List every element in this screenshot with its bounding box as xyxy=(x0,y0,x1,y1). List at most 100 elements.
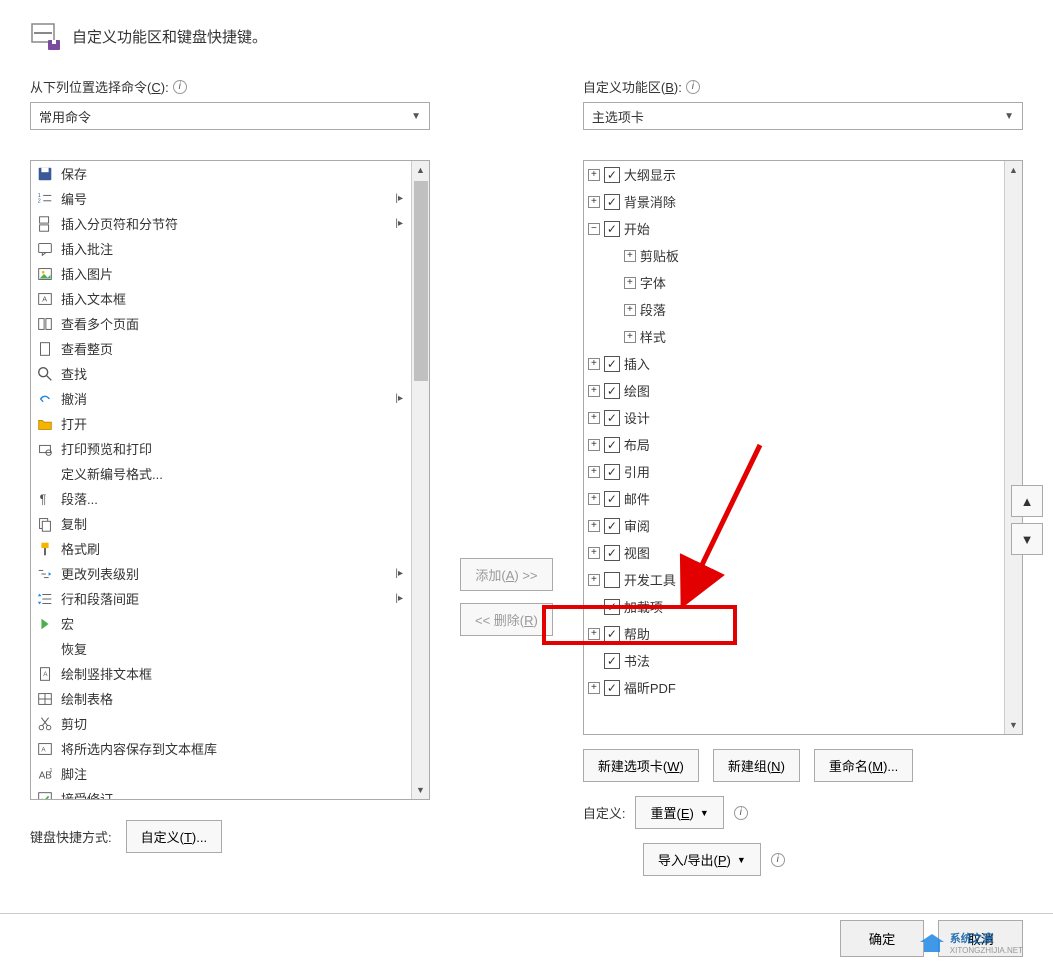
command-item[interactable]: 打印预览和打印 xyxy=(31,436,411,461)
command-item[interactable]: 打开 xyxy=(31,411,411,436)
command-item[interactable]: 行和段落间距|▸ xyxy=(31,586,411,611)
add-button[interactable]: 添加(A) >> xyxy=(460,558,553,591)
tree-item[interactable]: +✓帮助 xyxy=(584,620,1004,647)
command-item[interactable]: 插入图片 xyxy=(31,261,411,286)
scroll-thumb[interactable] xyxy=(414,181,428,381)
tree-item[interactable]: +✓背景消除 xyxy=(584,188,1004,215)
command-item[interactable]: 查看整页 xyxy=(31,336,411,361)
command-item[interactable]: 复制 xyxy=(31,511,411,536)
tab-checkbox[interactable]: ✓ xyxy=(604,194,620,210)
expand-toggle[interactable]: + xyxy=(588,628,600,640)
tab-checkbox[interactable]: ✓ xyxy=(604,464,620,480)
tab-checkbox[interactable]: ✓ xyxy=(604,383,620,399)
command-item[interactable]: 恢复 xyxy=(31,636,411,661)
tab-checkbox[interactable]: ✓ xyxy=(604,599,620,615)
scroll-up-icon[interactable]: ▲ xyxy=(1005,161,1022,179)
import-export-button[interactable]: 导入/导出(P)▼ xyxy=(643,843,761,876)
tree-item[interactable]: +✓绘图 xyxy=(584,377,1004,404)
tree-item[interactable]: +剪贴板 xyxy=(584,242,1004,269)
tree-item[interactable]: ✓书法 xyxy=(584,647,1004,674)
expand-toggle[interactable]: + xyxy=(624,304,636,316)
scroll-up-icon[interactable]: ▲ xyxy=(412,161,429,179)
command-item[interactable]: 绘制表格 xyxy=(31,686,411,711)
expand-toggle[interactable]: + xyxy=(588,574,600,586)
command-item[interactable]: A插入文本框 xyxy=(31,286,411,311)
tab-checkbox[interactable]: ✓ xyxy=(604,221,620,237)
customize-ribbon-dropdown[interactable]: 主选项卡 ▼ xyxy=(583,102,1023,130)
command-item[interactable]: 插入分页符和分节符|▸ xyxy=(31,211,411,236)
remove-button[interactable]: << 删除(R) xyxy=(460,603,553,636)
command-item[interactable]: 剪切 xyxy=(31,711,411,736)
tab-checkbox[interactable]: ✓ xyxy=(604,518,620,534)
tree-item[interactable]: +✓大纲显示 xyxy=(584,161,1004,188)
expand-toggle[interactable]: + xyxy=(588,439,600,451)
expand-toggle[interactable]: + xyxy=(588,682,600,694)
expand-toggle[interactable]: + xyxy=(588,412,600,424)
ok-button[interactable]: 确定 xyxy=(840,920,925,957)
info-icon[interactable]: i xyxy=(771,853,785,867)
tab-checkbox[interactable] xyxy=(604,572,620,588)
tree-item[interactable]: +✓插入 xyxy=(584,350,1004,377)
rename-button[interactable]: 重命名(M)... xyxy=(814,749,913,782)
reset-button[interactable]: 重置(E)▼ xyxy=(635,796,723,829)
command-item[interactable]: 格式刷 xyxy=(31,536,411,561)
tab-checkbox[interactable]: ✓ xyxy=(604,653,620,669)
tab-checkbox[interactable]: ✓ xyxy=(604,356,620,372)
commands-from-dropdown[interactable]: 常用命令 ▼ xyxy=(30,102,430,130)
expand-toggle[interactable]: + xyxy=(588,169,600,181)
tree-item[interactable]: +✓邮件 xyxy=(584,485,1004,512)
command-item[interactable]: ¶段落... xyxy=(31,486,411,511)
info-icon[interactable]: i xyxy=(734,806,748,820)
expand-toggle[interactable]: + xyxy=(624,250,636,262)
command-item[interactable]: 接受修订 xyxy=(31,786,411,799)
command-item[interactable]: 插入批注 xyxy=(31,236,411,261)
new-group-button[interactable]: 新建组(N) xyxy=(713,749,800,782)
command-item[interactable]: 撤消|▸ xyxy=(31,386,411,411)
tree-item[interactable]: +段落 xyxy=(584,296,1004,323)
expand-toggle[interactable]: + xyxy=(588,385,600,397)
scroll-down-icon[interactable]: ▼ xyxy=(1005,716,1022,734)
tree-item[interactable]: ✓加载项 xyxy=(584,593,1004,620)
tree-item[interactable]: +✓审阅 xyxy=(584,512,1004,539)
command-item[interactable]: A将所选内容保存到文本框库 xyxy=(31,736,411,761)
customize-keyboard-button[interactable]: 自定义(T)... xyxy=(126,820,222,853)
tree-item[interactable]: +样式 xyxy=(584,323,1004,350)
tree-item[interactable]: +字体 xyxy=(584,269,1004,296)
expand-toggle[interactable]: + xyxy=(624,277,636,289)
tree-item[interactable]: +开发工具 xyxy=(584,566,1004,593)
tab-checkbox[interactable]: ✓ xyxy=(604,680,620,696)
expand-toggle[interactable]: + xyxy=(588,358,600,370)
commands-listbox[interactable]: 保存12编号|▸插入分页符和分节符|▸插入批注插入图片A插入文本框查看多个页面查… xyxy=(30,160,430,800)
command-item[interactable]: 保存 xyxy=(31,161,411,186)
tab-checkbox[interactable]: ✓ xyxy=(604,167,620,183)
tab-checkbox[interactable]: ✓ xyxy=(604,491,620,507)
expand-toggle[interactable]: + xyxy=(588,493,600,505)
command-item[interactable]: AB1脚注 xyxy=(31,761,411,786)
command-item[interactable]: 更改列表级别|▸ xyxy=(31,561,411,586)
expand-toggle[interactable]: + xyxy=(588,520,600,532)
tree-item[interactable]: +✓引用 xyxy=(584,458,1004,485)
command-item[interactable]: 查看多个页面 xyxy=(31,311,411,336)
tab-checkbox[interactable]: ✓ xyxy=(604,437,620,453)
ribbon-tabs-tree[interactable]: +✓大纲显示+✓背景消除−✓开始+剪贴板+字体+段落+样式+✓插入+✓绘图+✓设… xyxy=(583,160,1023,735)
command-item[interactable]: A绘制竖排文本框 xyxy=(31,661,411,686)
info-icon[interactable]: i xyxy=(173,80,187,94)
expand-toggle[interactable]: + xyxy=(588,547,600,559)
tree-scrollbar[interactable]: ▲ ▼ xyxy=(1004,161,1022,734)
move-up-button[interactable]: ▲ xyxy=(1011,485,1043,517)
command-item[interactable]: 宏 xyxy=(31,611,411,636)
new-tab-button[interactable]: 新建选项卡(W) xyxy=(583,749,699,782)
tree-item[interactable]: −✓开始 xyxy=(584,215,1004,242)
tab-checkbox[interactable]: ✓ xyxy=(604,410,620,426)
tree-item[interactable]: +✓视图 xyxy=(584,539,1004,566)
info-icon[interactable]: i xyxy=(686,80,700,94)
command-item[interactable]: 12编号|▸ xyxy=(31,186,411,211)
tree-item[interactable]: +✓布局 xyxy=(584,431,1004,458)
expand-toggle[interactable]: − xyxy=(588,223,600,235)
commands-scrollbar[interactable]: ▲ ▼ xyxy=(411,161,429,799)
command-item[interactable]: 定义新编号格式... xyxy=(31,461,411,486)
tree-item[interactable]: +✓设计 xyxy=(584,404,1004,431)
scroll-down-icon[interactable]: ▼ xyxy=(412,781,429,799)
tab-checkbox[interactable]: ✓ xyxy=(604,626,620,642)
tree-item[interactable]: +✓福昕PDF xyxy=(584,674,1004,701)
